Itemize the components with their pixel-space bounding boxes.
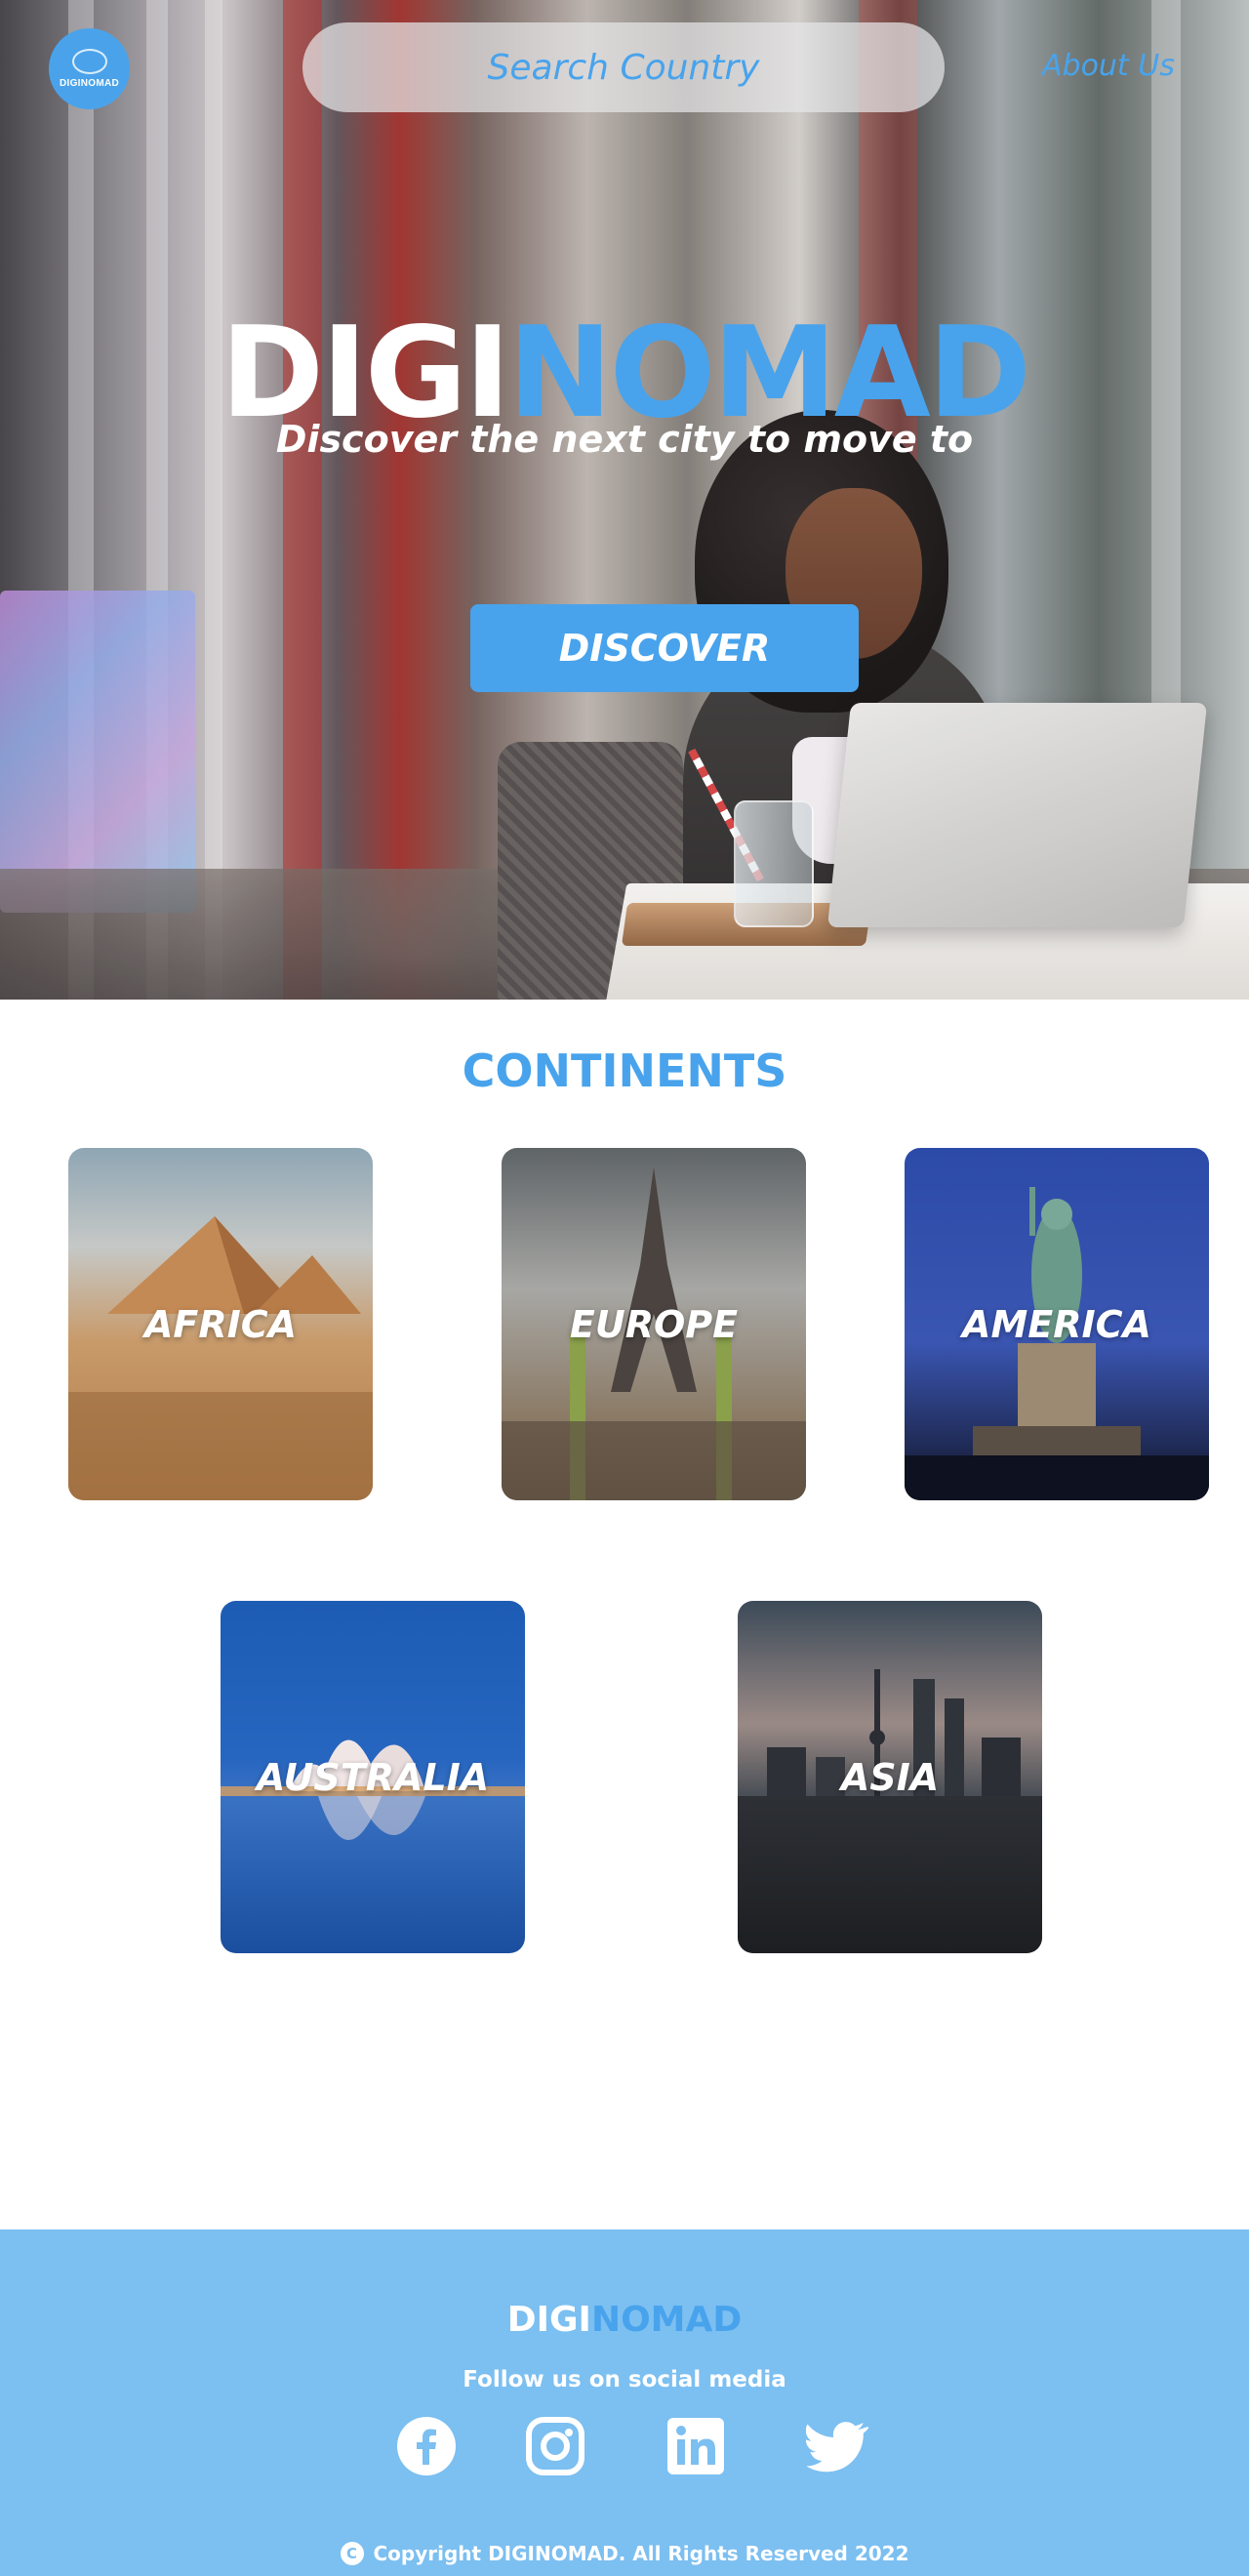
linkedin-icon[interactable] [665,2415,727,2477]
continent-label: AFRICA [143,1302,298,1346]
logo-text: DIGINOMAD [59,78,120,89]
continent-label: AMERICA [962,1302,1151,1346]
continent-card-australia[interactable]: AUSTRALIA [221,1601,525,1953]
footer-brand: DIGINOMAD [0,2300,1249,2340]
continent-label: ASIA [840,1755,940,1799]
continent-card-asia[interactable]: ASIA [738,1601,1042,1953]
footer-brand-part1: DIGI [506,2300,591,2340]
discover-button[interactable]: DISCOVER [470,604,859,692]
hero-tint [0,0,1249,1000]
hero-subtitle: Discover the next city to move to [275,418,974,461]
facebook-icon[interactable] [395,2415,458,2477]
site-logo[interactable]: DIGINOMAD [49,28,130,109]
continents-heading: CONTINENTS [462,1044,787,1097]
about-us-link[interactable]: About Us [1042,49,1175,83]
search-bar[interactable]: Search Country [302,22,945,112]
continent-card-america[interactable]: AMERICA [905,1148,1209,1500]
continent-label: AUSTRALIA [256,1755,490,1799]
footer-follow-text: Follow us on social media [463,2367,786,2392]
copyright-icon: C [340,2542,364,2565]
continent-label: EUROPE [569,1302,739,1346]
copyright: C Copyright DIGINOMAD. All Rights Reserv… [0,2542,1249,2565]
hero-section [0,0,1249,1000]
continent-card-europe[interactable]: EUROPE [502,1148,806,1500]
continent-card-africa[interactable]: AFRICA [68,1148,373,1500]
search-placeholder[interactable]: Search Country [488,48,760,88]
instagram-icon[interactable] [524,2415,586,2477]
footer-brand-part2: NOMAD [590,2300,743,2340]
footer [0,2229,1249,2576]
twitter-icon[interactable] [806,2415,868,2477]
copyright-text: Copyright DIGINOMAD. All Rights Reserved… [373,2542,909,2565]
globe-icon [71,49,107,74]
